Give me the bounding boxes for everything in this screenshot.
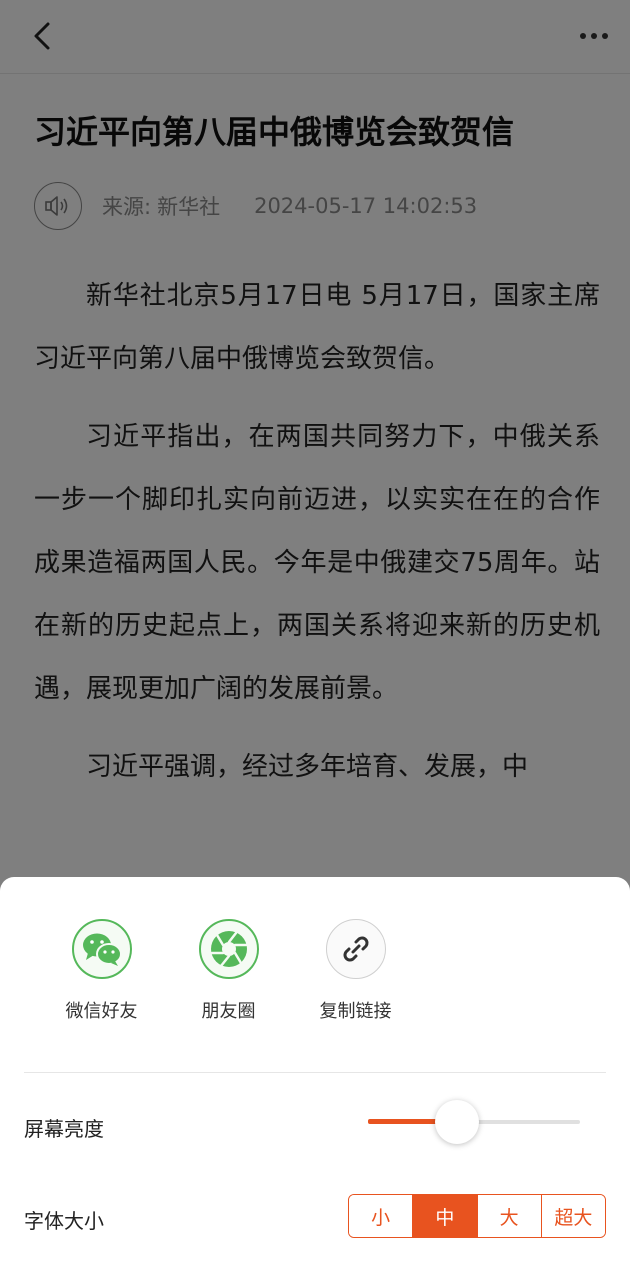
font-size-large[interactable]: 大 — [477, 1195, 542, 1237]
font-size-small[interactable]: 小 — [349, 1195, 414, 1237]
divider — [24, 1072, 606, 1073]
font-size-selector: 小 中 大 超大 — [348, 1194, 606, 1238]
link-icon — [343, 936, 368, 962]
share-label: 朋友圈 — [201, 1001, 256, 1022]
slider-thumb[interactable] — [435, 1100, 480, 1144]
share-copy-link[interactable]: 复制链接 — [292, 919, 419, 1023]
slider-fill — [368, 1119, 440, 1124]
moments-icon — [210, 931, 247, 968]
share-options: 微信好友 朋友圈 复制链接 — [38, 919, 419, 1023]
font-size-label: 字体大小 — [24, 1209, 104, 1233]
brightness-label: 屏幕亮度 — [24, 1117, 104, 1141]
share-wechat-friend[interactable]: 微信好友 — [38, 919, 165, 1023]
font-size-extra-large[interactable]: 超大 — [541, 1195, 605, 1237]
wechat-icon — [82, 933, 122, 966]
share-label: 微信好友 — [65, 1001, 138, 1022]
share-settings-sheet: 微信好友 朋友圈 复制链接 屏幕亮度 字体大小 小 中 大 超大 — [0, 877, 630, 1280]
brightness-slider[interactable] — [368, 1100, 580, 1144]
font-size-medium[interactable]: 中 — [413, 1195, 478, 1237]
share-label: 复制链接 — [319, 1001, 392, 1022]
share-moments[interactable]: 朋友圈 — [165, 919, 292, 1023]
